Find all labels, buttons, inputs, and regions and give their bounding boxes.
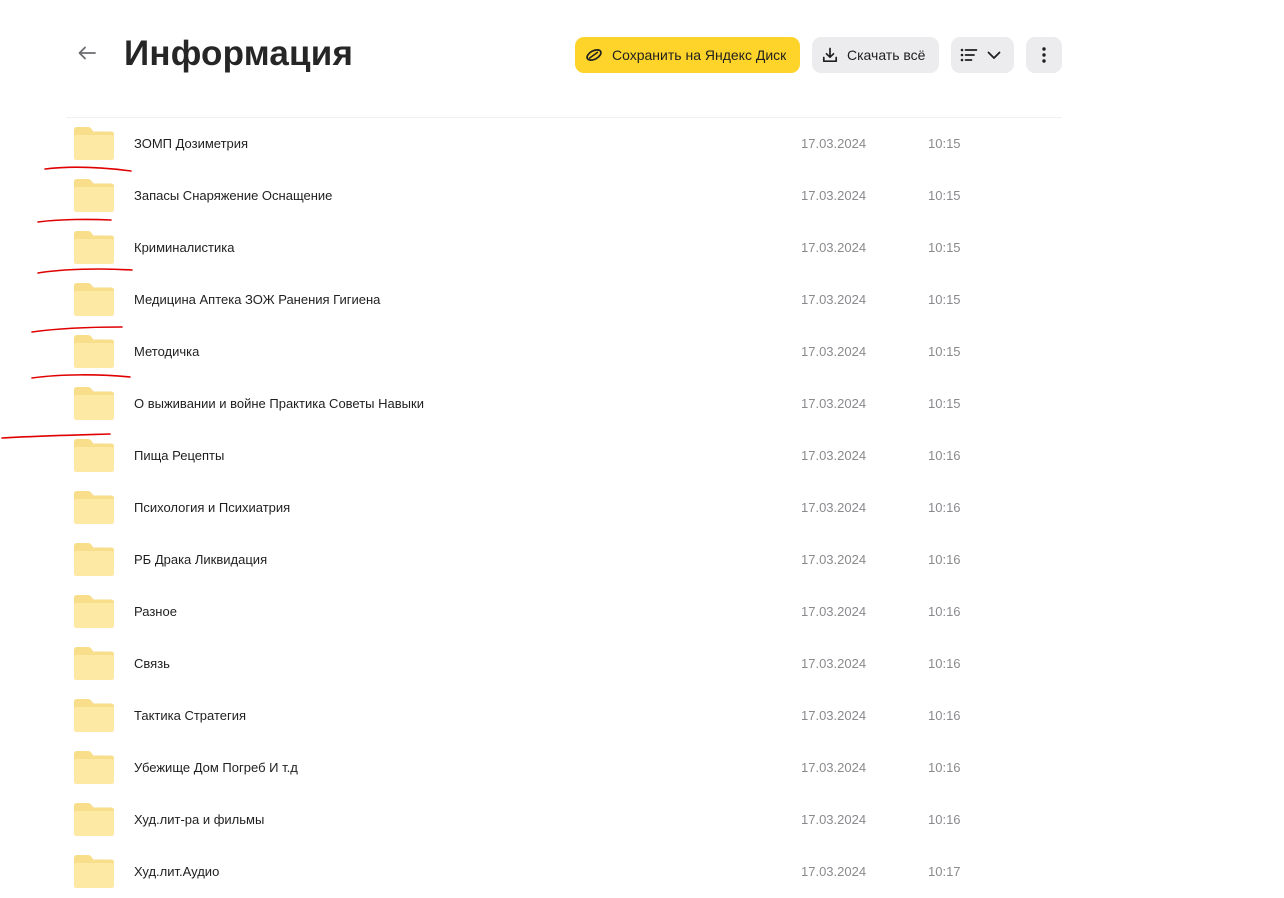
list-item[interactable]: Худ.лит-ра и фильмы 17.03.2024 10:16: [0, 794, 1284, 846]
modified-time: 10:16: [928, 552, 961, 567]
folder-name[interactable]: Психология и Психиатрия: [134, 500, 290, 515]
list-item[interactable]: Тактика Стратегия 17.03.2024 10:16: [0, 690, 1284, 742]
modified-date: 17.03.2024: [801, 188, 867, 203]
list-item[interactable]: Методичка 17.03.2024 10:15: [0, 326, 1284, 378]
save-to-disk-button[interactable]: Сохранить на Яндекс Диск: [575, 37, 800, 73]
folder-name[interactable]: Разное: [134, 604, 177, 619]
modified-time: 10:16: [928, 760, 961, 775]
list-item[interactable]: Запасы Снаряжение Оснащение 17.03.2024 10:…: [0, 170, 1284, 222]
download-all-button[interactable]: Скачать всё: [812, 37, 939, 73]
modified-date: 17.03.2024: [801, 500, 867, 515]
folder-name[interactable]: Медицина Аптека ЗОЖ Ранения Гигиена: [134, 292, 380, 307]
modified-date: 17.03.2024: [801, 240, 867, 255]
folder-name[interactable]: Худ.лит.Аудио: [134, 864, 219, 879]
folder-icon: [73, 801, 115, 837]
modified-date: 17.03.2024: [801, 812, 867, 827]
modified-time: 10:15: [928, 240, 961, 255]
yandex-disk-icon: [585, 47, 603, 63]
modified-time: 10:17: [928, 864, 961, 879]
folder-icon: [73, 125, 115, 161]
list-item[interactable]: О выживании и войне Практика Советы Навы…: [0, 378, 1284, 430]
more-options-button[interactable]: [1026, 37, 1062, 73]
folder-icon: [73, 437, 115, 473]
folder-name[interactable]: Запасы Снаряжение Оснащение: [134, 188, 332, 203]
list-item[interactable]: Убежище Дом Погреб И т.д 17.03.2024 10:16: [0, 742, 1284, 794]
folder-icon: [73, 541, 115, 577]
folder-icon: [73, 385, 115, 421]
list-item[interactable]: Разное 17.03.2024 10:16: [0, 586, 1284, 638]
modified-date: 17.03.2024: [801, 864, 867, 879]
folder-icon: [73, 281, 115, 317]
list-item[interactable]: ЗОМП Дозиметрия 17.03.2024 10:15: [0, 118, 1284, 170]
folder-name[interactable]: Криминалистика: [134, 240, 234, 255]
folder-name[interactable]: ЗОМП Дозиметрия: [134, 136, 248, 151]
folder-icon: [73, 749, 115, 785]
folder-icon: [73, 853, 115, 889]
folder-icon: [73, 645, 115, 681]
list-item[interactable]: Психология и Психиатрия 17.03.2024 10:16: [0, 482, 1284, 534]
list-item[interactable]: Пища Рецепты 17.03.2024 10:16: [0, 430, 1284, 482]
folder-name[interactable]: Тактика Стратегия: [134, 708, 246, 723]
download-icon: [822, 47, 838, 63]
modified-time: 10:16: [928, 604, 961, 619]
save-button-label: Сохранить на Яндекс Диск: [612, 47, 787, 63]
modified-date: 17.03.2024: [801, 344, 867, 359]
folder-name[interactable]: О выживании и войне Практика Советы Навы…: [134, 396, 424, 411]
folder-name[interactable]: Методичка: [134, 344, 199, 359]
modified-date: 17.03.2024: [801, 292, 867, 307]
modified-date: 17.03.2024: [801, 656, 867, 671]
modified-time: 10:16: [928, 448, 961, 463]
modified-date: 17.03.2024: [801, 552, 867, 567]
folder-icon: [73, 593, 115, 629]
folder-list: ЗОМП Дозиметрия 17.03.2024 10:15 Запасы Сна…: [0, 118, 1284, 898]
list-item[interactable]: Криминалистика 17.03.2024 10:15: [0, 222, 1284, 274]
folder-icon: [73, 177, 115, 213]
modified-date: 17.03.2024: [801, 604, 867, 619]
list-view-icon: [960, 48, 978, 62]
modified-time: 10:16: [928, 656, 961, 671]
view-mode-button[interactable]: [951, 37, 1014, 73]
list-item[interactable]: РБ Драка Ликвидация 17.03.2024 10:16: [0, 534, 1284, 586]
folder-icon: [73, 333, 115, 369]
modified-time: 10:16: [928, 500, 961, 515]
arrow-left-icon: [78, 46, 96, 65]
modified-time: 10:15: [928, 136, 961, 151]
list-item[interactable]: Медицина Аптека ЗОЖ Ранения Гигиена 17.03…: [0, 274, 1284, 326]
back-button[interactable]: [70, 38, 104, 72]
modified-date: 17.03.2024: [801, 708, 867, 723]
modified-time: 10:16: [928, 708, 961, 723]
folder-icon: [73, 489, 115, 525]
folder-icon: [73, 697, 115, 733]
modified-date: 17.03.2024: [801, 396, 867, 411]
download-button-label: Скачать всё: [847, 47, 926, 63]
modified-date: 17.03.2024: [801, 448, 867, 463]
list-item[interactable]: Худ.лит.Аудио 17.03.2024 10:17: [0, 846, 1284, 898]
modified-date: 17.03.2024: [801, 136, 867, 151]
folder-name[interactable]: РБ Драка Ликвидация: [134, 552, 267, 567]
modified-time: 10:15: [928, 396, 961, 411]
modified-date: 17.03.2024: [801, 760, 867, 775]
folder-icon: [73, 229, 115, 265]
more-vertical-icon: [1042, 47, 1046, 63]
modified-time: 10:15: [928, 188, 961, 203]
folder-name[interactable]: Убежище Дом Погреб И т.д: [134, 760, 298, 775]
list-item[interactable]: Связь 17.03.2024 10:16: [0, 638, 1284, 690]
folder-name[interactable]: Худ.лит-ра и фильмы: [134, 812, 264, 827]
modified-time: 10:15: [928, 344, 961, 359]
folder-name[interactable]: Пища Рецепты: [134, 448, 224, 463]
modified-time: 10:16: [928, 812, 961, 827]
folder-name[interactable]: Связь: [134, 656, 170, 671]
chevron-down-icon: [987, 51, 1001, 60]
page-title: Информация: [124, 34, 354, 73]
modified-time: 10:15: [928, 292, 961, 307]
